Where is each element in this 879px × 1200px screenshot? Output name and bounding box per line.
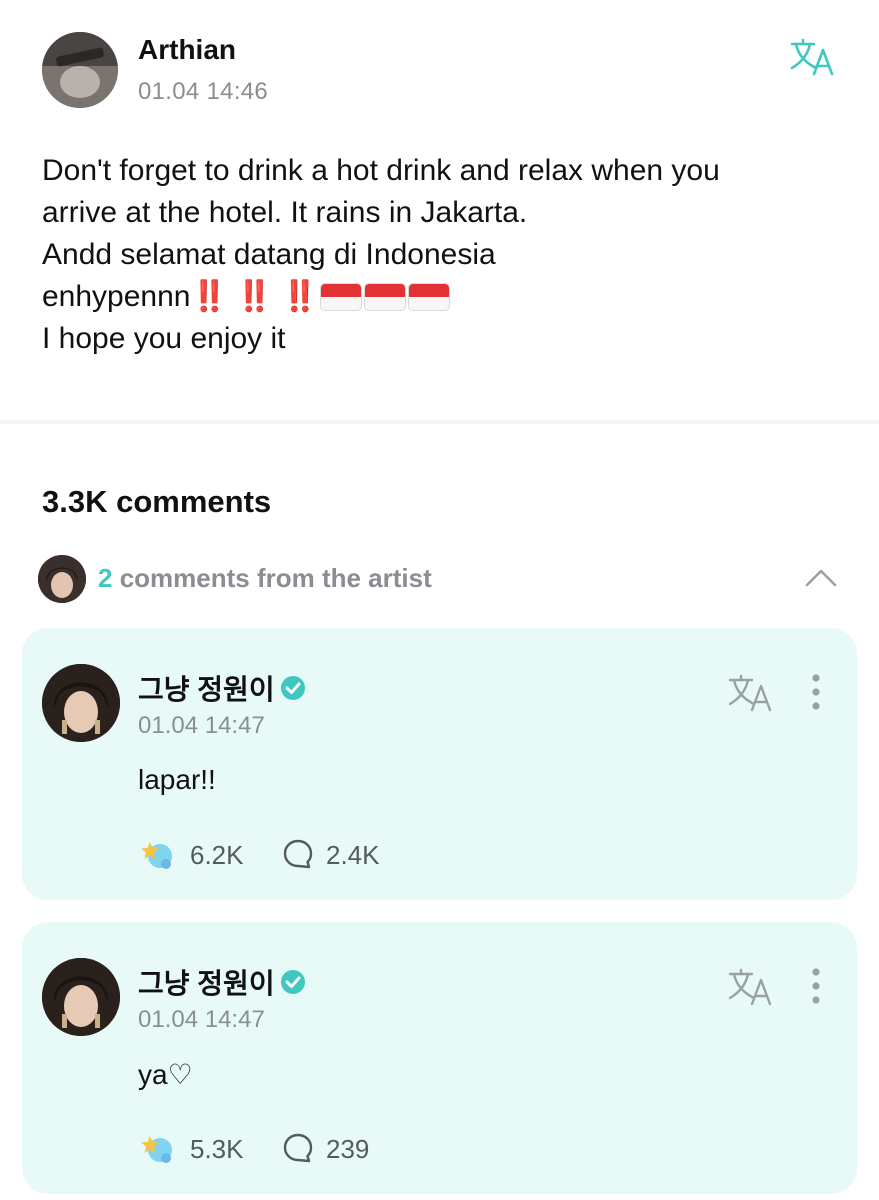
indonesia-flag-icon	[320, 284, 361, 310]
translate-icon[interactable]	[726, 966, 774, 1010]
author-avatar[interactable]	[42, 32, 118, 108]
like-icon[interactable]	[138, 1130, 176, 1166]
commenter-avatar[interactable]	[42, 664, 120, 742]
artist-comment-card: 그냥 정원이 01.04 14:47 ya♡ 5.3K 239	[22, 922, 857, 1194]
reply-bubble-icon[interactable]	[282, 838, 314, 870]
post-timestamp: 01.04 14:46	[138, 78, 269, 105]
verified-badge-icon	[279, 968, 307, 1003]
artist-comments-text: comments from the artist	[112, 563, 432, 593]
post-line: Don't forget to drink a hot drink and re…	[42, 154, 720, 187]
artist-comments-count: 2	[98, 563, 113, 593]
indonesia-flag-icon	[364, 284, 405, 310]
more-options-icon[interactable]	[810, 966, 822, 1006]
commenter-name-text: 그냥 정원이	[138, 674, 275, 705]
reply-count: 2.4K	[326, 840, 380, 870]
more-options-icon[interactable]	[810, 672, 822, 712]
like-icon[interactable]	[138, 836, 176, 872]
comment-text: lapar!!	[138, 764, 216, 795]
double-exclamation-emoji: ‼️	[281, 280, 318, 313]
post-line: arrive at the hotel. It rains in Jakarta…	[42, 196, 528, 229]
reply-bubble-icon[interactable]	[282, 1132, 314, 1164]
double-exclamation-emoji: ‼️	[190, 280, 227, 313]
commenter-avatar[interactable]	[42, 958, 120, 1036]
translate-icon[interactable]	[726, 672, 774, 716]
commenter-name[interactable]: 그냥 정원이	[138, 962, 307, 1003]
commenter-name-text: 그냥 정원이	[138, 968, 275, 999]
artist-comments-toggle[interactable]: 2 comments from the artist	[38, 555, 843, 605]
post-line: Andd selamat datang di Indonesia	[42, 238, 496, 271]
post-line-emoji: enhypennn‼️ ‼️ ‼️	[42, 276, 842, 318]
verified-badge-icon	[279, 674, 307, 709]
reply-count: 239	[326, 1134, 370, 1164]
author-name[interactable]: Arthian	[138, 34, 236, 66]
artist-avatar-small	[38, 555, 86, 603]
like-count: 6.2K	[190, 840, 244, 870]
translate-icon[interactable]	[788, 36, 836, 80]
commenter-name[interactable]: 그냥 정원이	[138, 668, 307, 709]
like-count: 5.3K	[190, 1134, 244, 1164]
artist-comment-card: 그냥 정원이 01.04 14:47 lapar!! 6.2K 2.4K	[22, 628, 857, 900]
indonesia-flag-icon	[408, 284, 449, 310]
double-exclamation-emoji: ‼️	[235, 280, 273, 313]
post-line: enhypennn	[42, 280, 191, 313]
artist-comments-label: 2 comments from the artist	[98, 563, 432, 594]
comment-timestamp: 01.04 14:47	[138, 712, 265, 739]
chevron-up-icon[interactable]	[804, 565, 838, 589]
comments-count-heading: 3.3K comments	[42, 484, 272, 519]
comment-text: ya♡	[138, 1059, 193, 1090]
section-divider	[0, 420, 879, 424]
post-header: Arthian 01.04 14:46	[42, 32, 842, 112]
post-body: Don't forget to drink a hot drink and re…	[42, 150, 842, 360]
comment-timestamp: 01.04 14:47	[138, 1006, 265, 1033]
post-line: I hope you enjoy it	[42, 322, 286, 355]
